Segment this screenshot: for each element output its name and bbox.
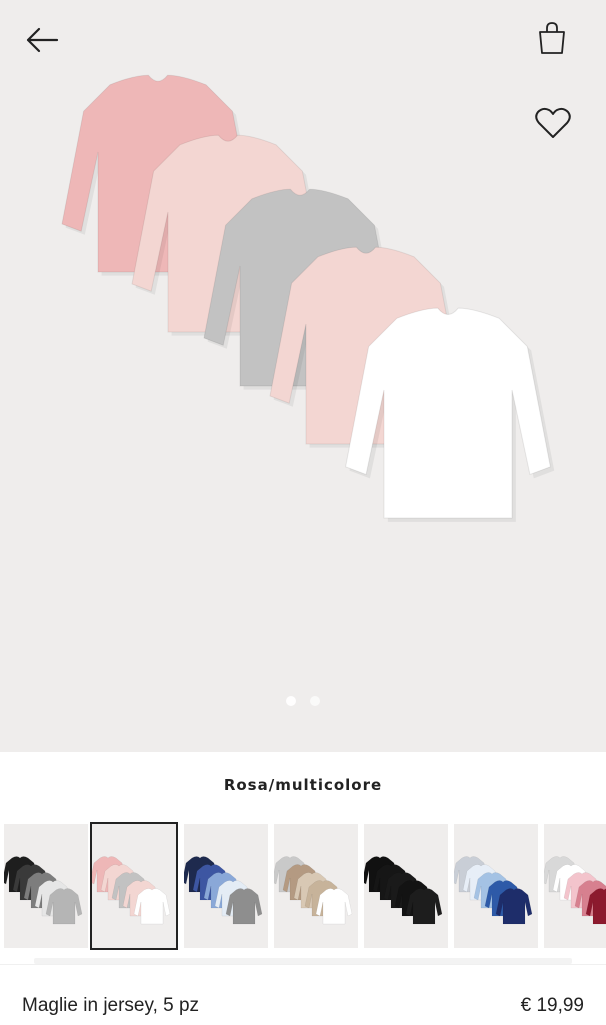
swatch-thumbnail (454, 856, 533, 925)
swatch-shirt (133, 888, 171, 925)
color-swatch-light-blue-multicolor[interactable] (454, 824, 538, 948)
shopping-bag-button[interactable] (530, 16, 574, 60)
color-swatch-black[interactable] (364, 824, 448, 948)
swatch-thumbnail (92, 856, 171, 925)
swatch-thumbnail (364, 856, 443, 925)
shirt-white (344, 307, 555, 522)
carousel-dot-active[interactable] (286, 696, 296, 706)
color-swatch-pink-multicolor[interactable] (90, 822, 178, 950)
product-name: Maglie in jersey, 5 pz (22, 995, 200, 1016)
selected-color-label: Rosa/multicolore (223, 776, 383, 794)
favorite-button[interactable] (530, 100, 576, 146)
product-image[interactable] (0, 0, 606, 752)
heart-icon (535, 107, 571, 138)
swatch-thumbnail (274, 856, 353, 925)
arrow-left-icon (26, 27, 59, 53)
color-swatch-pink-burgundy[interactable] (544, 824, 606, 948)
swatch-thumbnail (184, 856, 263, 925)
color-swatch-beige-multicolor[interactable] (274, 824, 358, 948)
back-button[interactable] (20, 20, 64, 60)
product-photo (61, 74, 555, 522)
color-swatch-blue-multicolor[interactable] (184, 824, 268, 948)
swatch-shirt (225, 888, 263, 925)
color-swatch-list (0, 820, 606, 952)
swatch-shirt (315, 888, 353, 925)
swatch-thumbnail (544, 856, 606, 925)
product-info-bar: Maglie in jersey, 5 pz € 19,99 (0, 964, 606, 1025)
product-price: € 19,99 (520, 995, 584, 1016)
swatch-shirt (495, 888, 533, 925)
carousel-indicator (0, 696, 606, 706)
swatch-shirt (45, 888, 83, 925)
shopping-bag-icon (539, 22, 565, 54)
swatch-thumbnail (4, 856, 83, 925)
carousel-dot[interactable] (310, 696, 320, 706)
color-swatch-black-grey[interactable] (4, 824, 88, 948)
swatch-shirt (405, 888, 443, 925)
